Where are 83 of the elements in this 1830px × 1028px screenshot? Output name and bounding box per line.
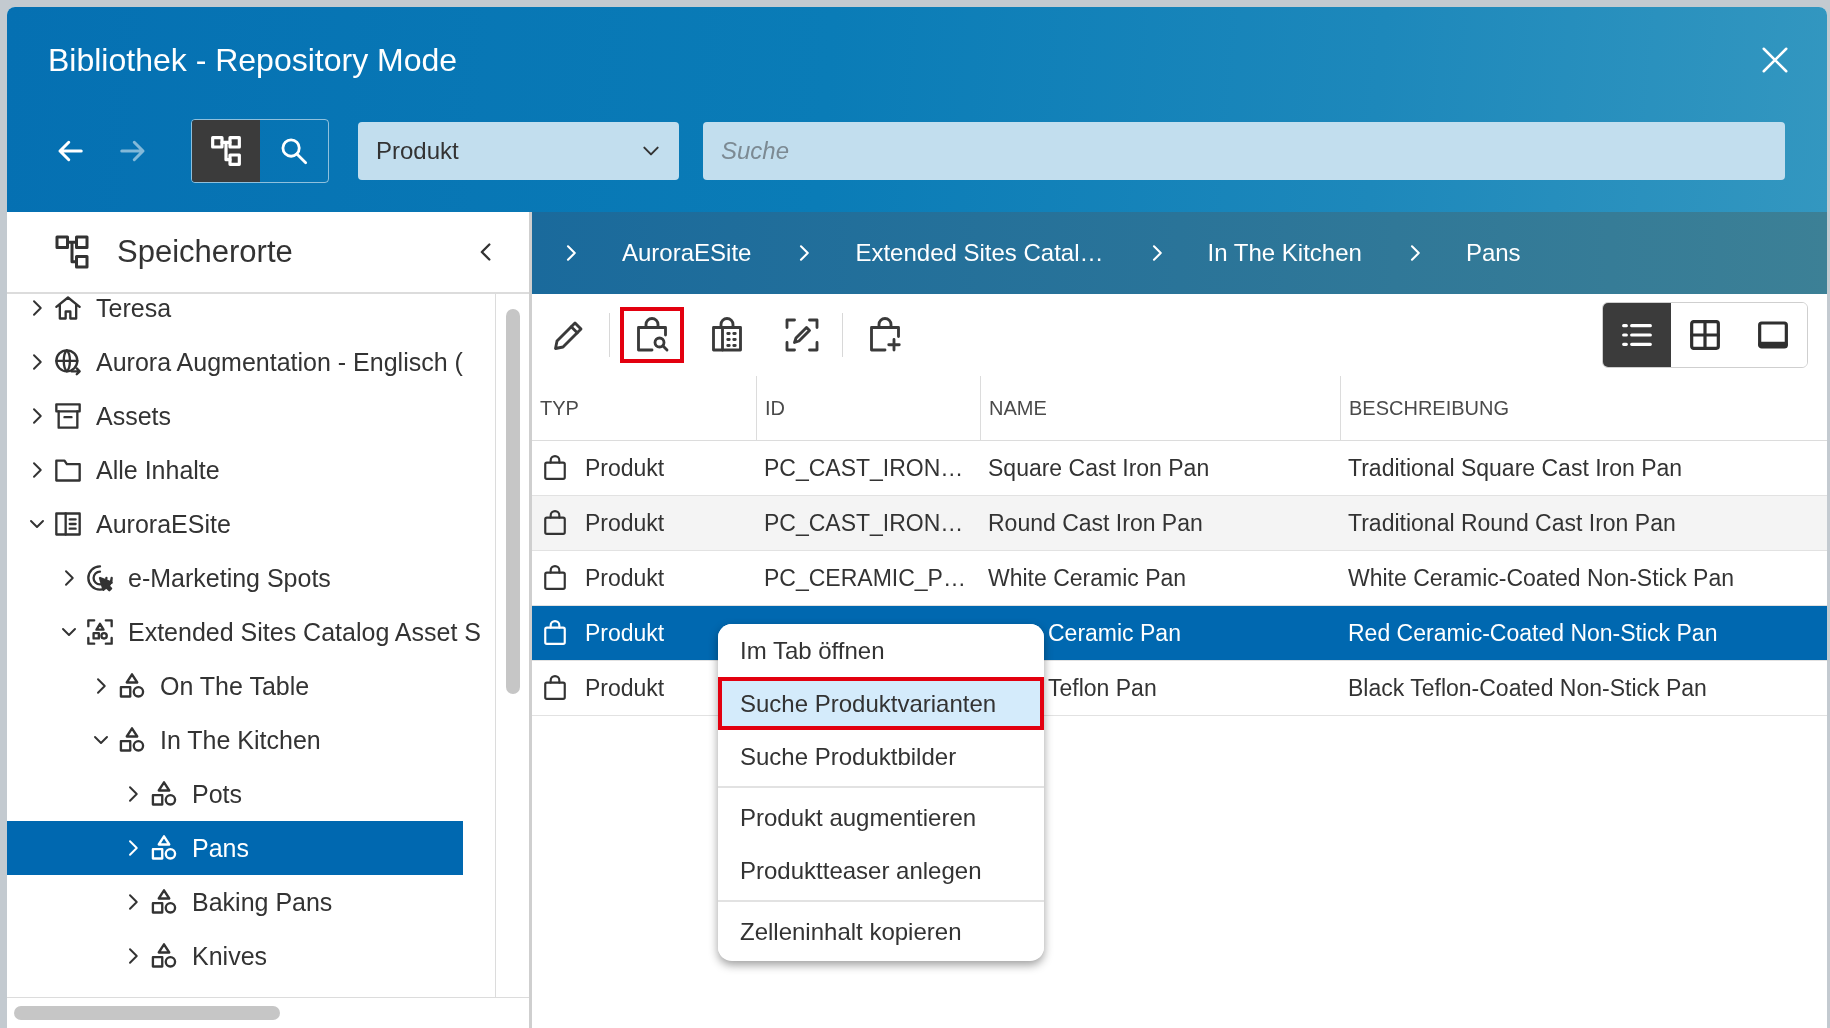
table-cell: Traditional Square Cast Iron Pan (1348, 454, 1683, 482)
tree-item[interactable]: AuroraESite (7, 497, 463, 551)
table-cell: Black Teflon-Coated Non-Stick Pan (1348, 674, 1707, 702)
bag-icon (542, 455, 568, 481)
page-layout-icon (54, 510, 82, 538)
window-icon (1757, 319, 1789, 351)
target-cursor-icon (86, 564, 114, 592)
bag-plus-icon (867, 317, 903, 353)
table-cell: White Ceramic Pan (988, 564, 1187, 592)
framed-pencil-icon (784, 317, 820, 353)
menu-item[interactable]: Zelleninhalt kopieren (718, 905, 1044, 958)
shapes-icon (150, 780, 178, 808)
hierarchy-icon (54, 234, 90, 270)
tree-item[interactable]: Extended Sites Catalog Asset S (7, 605, 489, 659)
grid-icon (1689, 319, 1721, 351)
shapes-icon (150, 942, 178, 970)
shapes-icon (118, 672, 146, 700)
tree-item[interactable]: Pans (7, 821, 463, 875)
breadcrumb-link[interactable]: Pans (1465, 239, 1521, 267)
breadcrumb-link[interactable]: In The Kitchen (1207, 239, 1362, 267)
tree-item[interactable]: Baking Pans (7, 875, 463, 929)
type-dropdown[interactable]: Produkt (358, 122, 679, 180)
table-cell: Red Ceramic-Coated Non-Stick Pan (1348, 619, 1718, 647)
table-cell: Square Cast Iron Pan (988, 454, 1210, 482)
tree-item[interactable]: On The Table (7, 659, 463, 713)
tree-item[interactable]: Assets (7, 389, 463, 443)
column-header[interactable]: TYP (532, 376, 756, 440)
search-field[interactable]: Suche (703, 122, 1785, 180)
column-header[interactable]: BESCHREIBUNG (1340, 376, 1827, 440)
list-view-button[interactable] (1603, 303, 1671, 367)
shapes-icon (150, 834, 178, 862)
menu-item[interactable]: Im Tab öffnen (718, 624, 1044, 677)
bag-icon (542, 565, 568, 591)
table-cell: Ceramic Pan (1048, 619, 1181, 647)
tree-item[interactable]: e-Marketing Spots (7, 551, 463, 605)
window-title: Bibliothek - Repository Mode (48, 41, 458, 79)
home-icon (54, 294, 82, 322)
bag-icon (542, 675, 568, 701)
bag-icon (542, 510, 568, 536)
menu-item[interactable]: Suche Produktvarianten (718, 677, 1044, 730)
hierarchy-icon (210, 135, 242, 167)
menu-item[interactable]: Produkt augmentieren (718, 791, 1044, 844)
toolbar-button[interactable] (620, 307, 684, 363)
table-cell: Produkt (585, 564, 665, 592)
tree-item[interactable]: Pots (7, 767, 463, 821)
shapes-icon (118, 726, 146, 754)
tree-mode-button[interactable] (192, 120, 260, 182)
tree-item[interactable]: Knives (7, 929, 463, 983)
scrollbar-thumb[interactable] (505, 309, 520, 694)
sidebar-title: Speicherorte (117, 234, 294, 270)
shapes-icon (150, 888, 178, 916)
bag-magnifier-icon (634, 317, 670, 353)
table-cell: Teflon Pan (1048, 674, 1157, 702)
table-cell: Round Cast Iron Pan (988, 509, 1203, 537)
menu-item[interactable]: Suche Produktbilder (718, 730, 1044, 783)
archive-box-icon (54, 402, 82, 430)
search-icon (280, 137, 308, 165)
close-icon (1760, 45, 1790, 75)
tree-item[interactable]: Teresa (7, 294, 463, 335)
breadcrumb-link[interactable]: AuroraESite (622, 239, 752, 267)
close-button[interactable] (1760, 45, 1790, 75)
table-cell: Produkt (585, 454, 665, 482)
column-header[interactable]: NAME (980, 376, 1340, 440)
column-header[interactable]: ID (756, 376, 980, 440)
table-cell: Produkt (585, 674, 665, 702)
table-cell: Traditional Round Cast Iron Pan (1348, 509, 1676, 537)
table-cell: Produkt (585, 619, 665, 647)
menu-item[interactable]: Produktteaser anlegen (718, 844, 1044, 897)
globe-icon (54, 348, 82, 376)
table-cell: Produkt (585, 509, 665, 537)
bag-dots-icon (709, 317, 745, 353)
table-cell: PC_CAST_IRON… (764, 509, 964, 537)
tree-item[interactable]: Alle Inhalte (7, 443, 463, 497)
tree-item[interactable]: In The Kitchen (7, 713, 463, 767)
table-cell: PC_CERAMIC_P… (764, 564, 966, 592)
scrollbar-thumb[interactable] (14, 1006, 280, 1020)
breadcrumb-link[interactable]: Extended Sites Catal… (855, 239, 1104, 267)
tree-item[interactable]: Aurora Augmentation - Englisch ( (7, 335, 471, 389)
table-row[interactable]: Produkt PC_CAST_IRON… Round Cast Iron Pan Traditional Round Cast Iron Pan (532, 496, 1827, 551)
table-cell: White Ceramic-Coated Non-Stick Pan (1348, 564, 1735, 592)
table-cell: PC_CAST_IRON… (764, 454, 964, 482)
bag-icon (542, 620, 568, 646)
framed-shapes-icon (86, 618, 114, 646)
